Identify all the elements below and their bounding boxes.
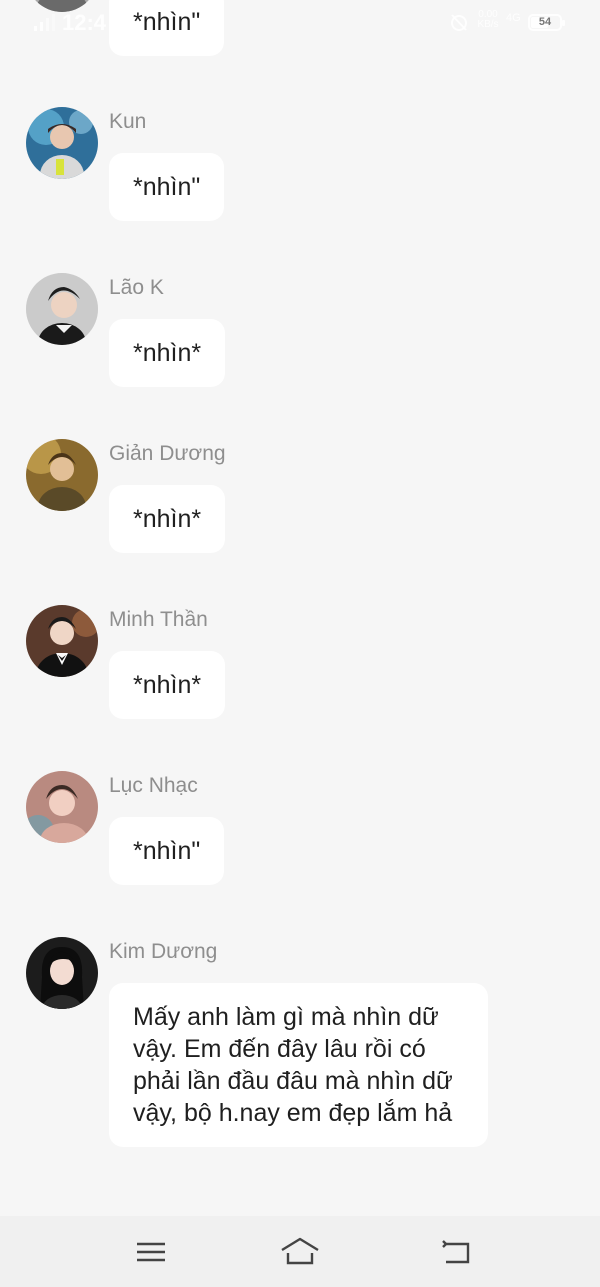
home-icon (281, 1237, 319, 1265)
signal-icon (34, 14, 55, 31)
avatar[interactable] (26, 605, 98, 677)
alarm-off-icon (451, 14, 467, 31)
avatar-image (26, 439, 98, 511)
avatar[interactable] (26, 937, 98, 1009)
back-icon (442, 1240, 470, 1264)
sender-name: Kim Dương (109, 940, 218, 963)
avatar[interactable] (26, 107, 98, 179)
menu-icon (137, 1242, 165, 1262)
avatar-image (26, 605, 98, 677)
message-bubble[interactable]: *nhìn* (109, 319, 226, 387)
avatar-image (26, 937, 98, 1009)
message-text: *nhìn" (133, 173, 201, 201)
network-type: 4G (506, 12, 521, 24)
sender-name: Lão K (109, 276, 164, 299)
back-button[interactable] (440, 1236, 474, 1268)
message-text: Mấy anh làm gì mà nhìn dữ vậy. Em đến đâ… (133, 1003, 453, 1127)
avatar[interactable] (26, 273, 98, 345)
avatar-image (26, 273, 98, 345)
message-text: *nhìn" (133, 837, 201, 865)
avatar-image (26, 771, 98, 843)
message-text: *nhìn* (133, 505, 202, 533)
message-bubble[interactable]: Mấy anh làm gì mà nhìn dữ vậy. Em đến đâ… (109, 983, 488, 1147)
avatar[interactable] (26, 771, 98, 843)
avatar-image (26, 107, 98, 179)
sender-name: Giản Dương (109, 442, 226, 465)
navigation-bar (0, 1216, 600, 1287)
message-bubble[interactable]: *nhìn" (109, 817, 225, 885)
sender-name: Lục Nhạc (109, 774, 198, 797)
home-button[interactable] (280, 1236, 320, 1268)
avatar[interactable] (26, 439, 98, 511)
network-speed: 0.00 KB/s (474, 10, 502, 30)
status-bar: 12:4 0.00 KB/s 4G 54 (0, 0, 600, 46)
battery-level: 54 (538, 16, 552, 28)
sender-name: Kun (109, 110, 147, 133)
message-bubble[interactable]: *nhìn* (109, 485, 226, 553)
message-bubble[interactable]: *nhìn" (109, 153, 225, 221)
message-bubble[interactable]: *nhìn* (109, 651, 226, 719)
network-speed-unit: KB/s (477, 19, 499, 30)
message-text: *nhìn* (133, 671, 202, 699)
status-time: 12:4 (62, 10, 107, 35)
sender-name: Minh Thần (109, 608, 208, 631)
message-text: *nhìn* (133, 339, 202, 367)
battery-icon: 54 (528, 14, 565, 31)
menu-button[interactable] (134, 1236, 168, 1268)
